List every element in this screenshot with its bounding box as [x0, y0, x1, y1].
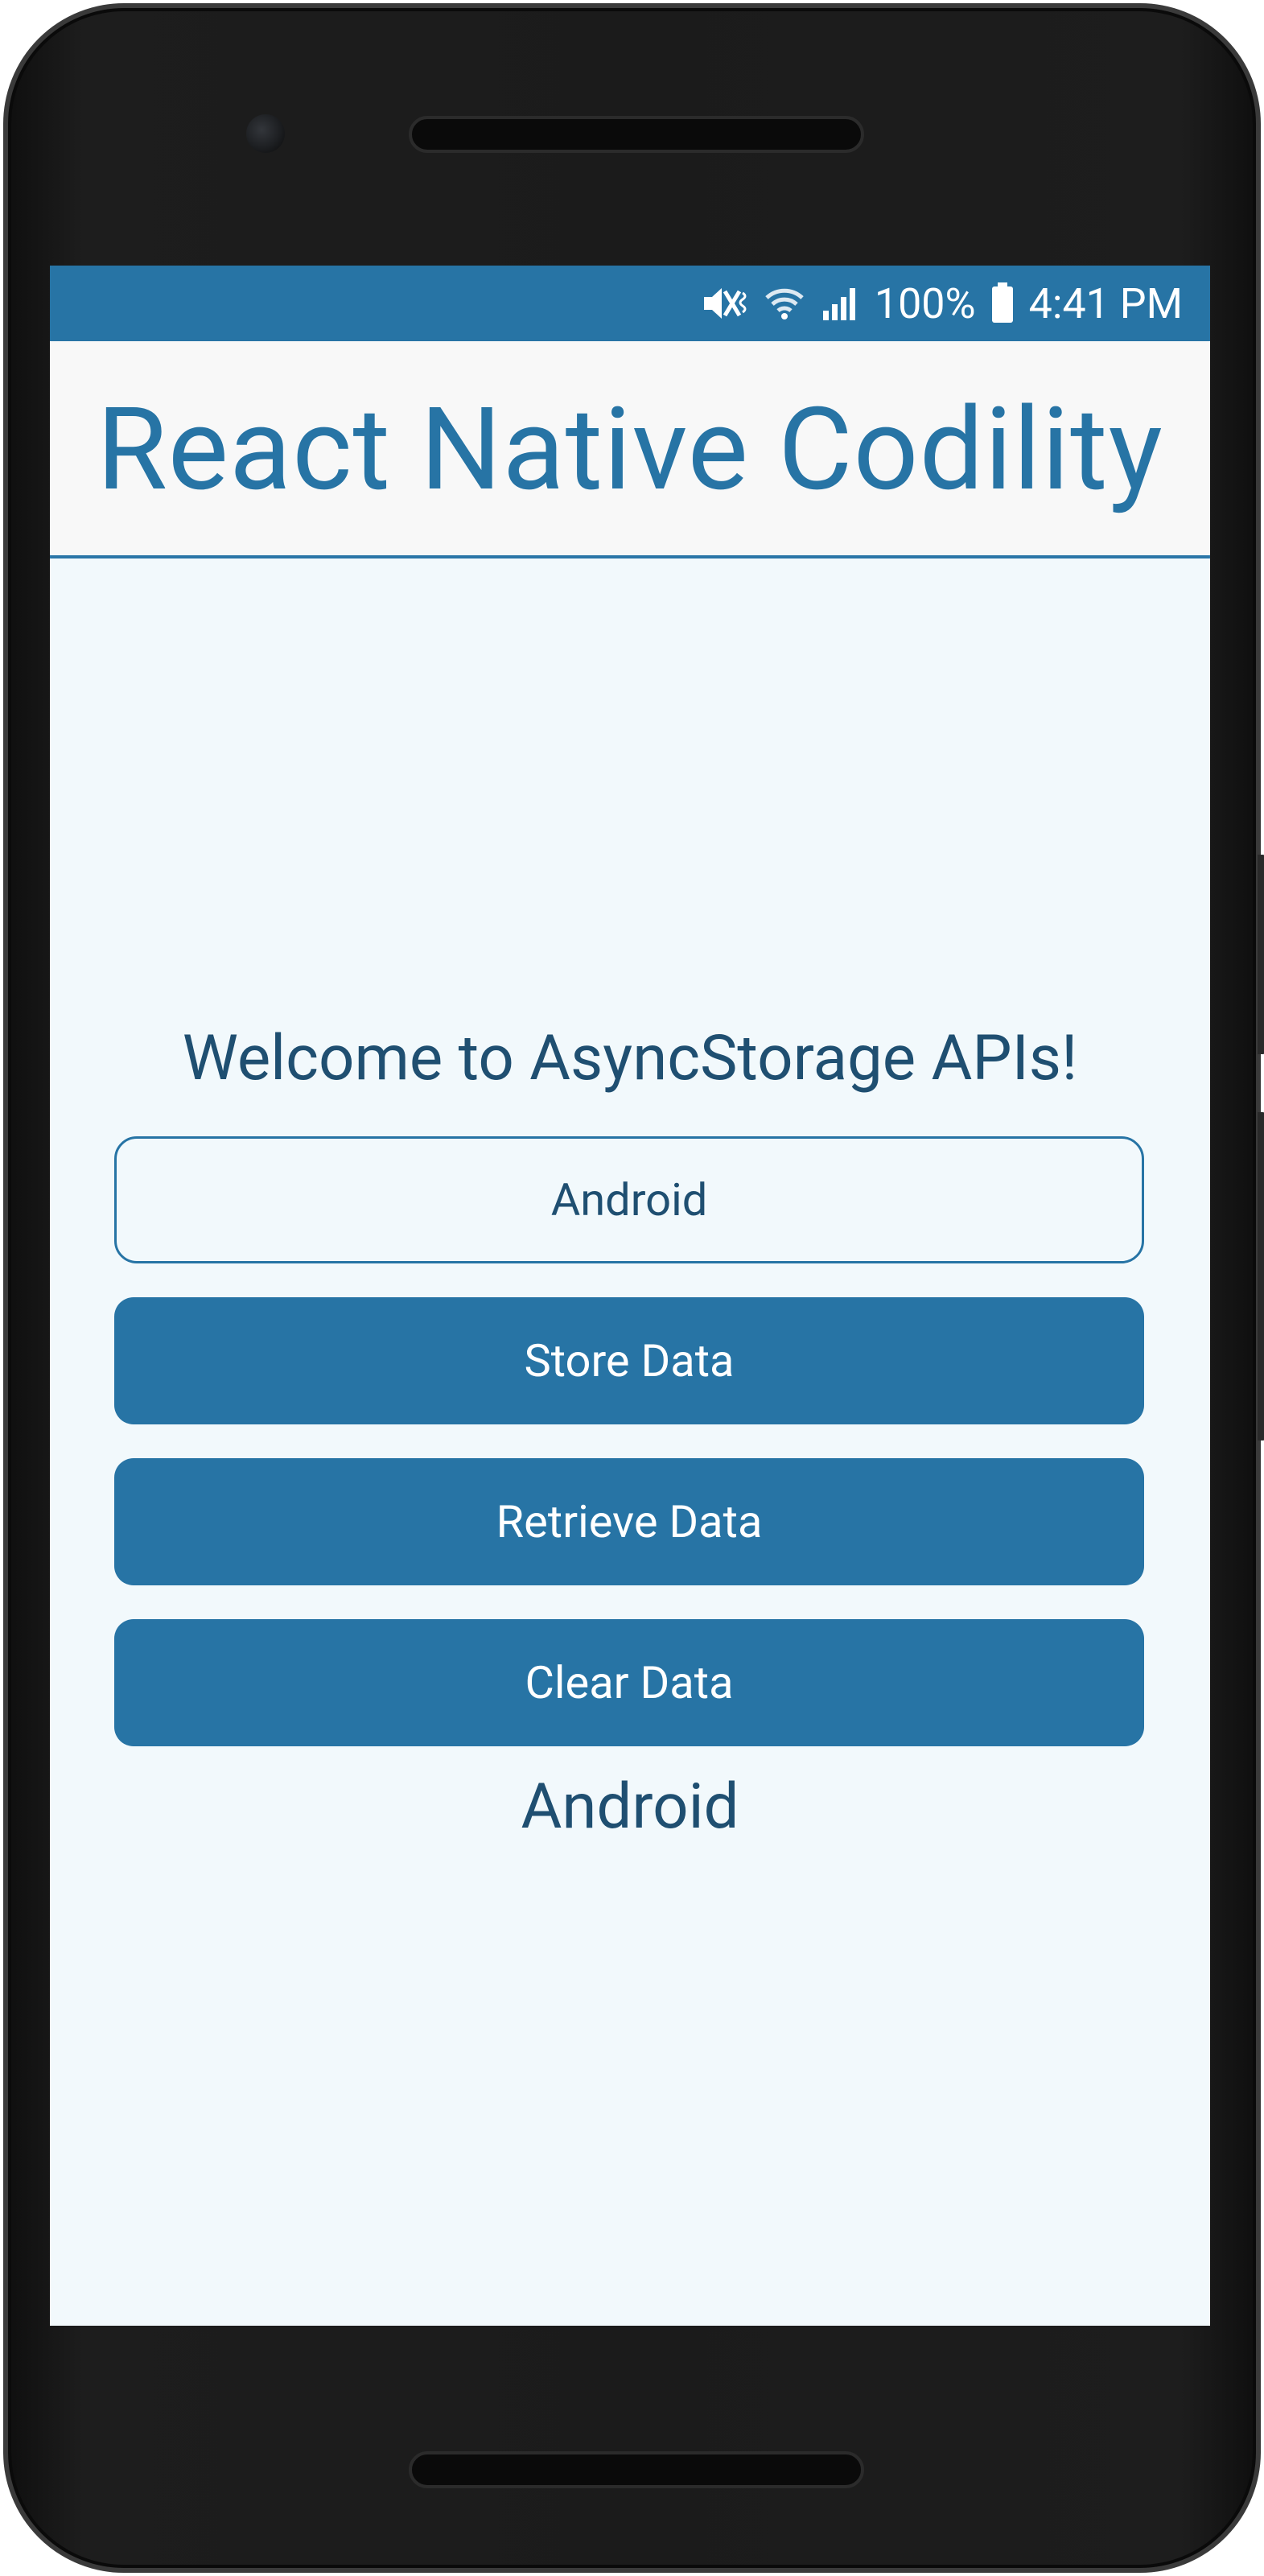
retrieved-value-text: Android: [521, 1770, 739, 1844]
signal-icon: [820, 283, 860, 324]
bottom-speaker: [409, 2451, 864, 2488]
retrieve-data-button[interactable]: Retrieve Data: [114, 1458, 1144, 1585]
front-camera: [246, 114, 285, 153]
battery-icon: [990, 282, 1015, 324]
clock: 4:41 PM: [1028, 278, 1183, 328]
wifi-icon: [764, 283, 805, 324]
status-icons: 100% 4:41 PM: [701, 266, 1183, 341]
store-data-button[interactable]: Store Data: [114, 1297, 1144, 1424]
clear-data-button[interactable]: Clear Data: [114, 1619, 1144, 1746]
data-input-field[interactable]: [114, 1136, 1144, 1263]
device-screen: 100% 4:41 PM React Native Codility Welco…: [50, 266, 1210, 2326]
volume-rocker[interactable]: [1258, 1112, 1264, 1440]
battery-percent: 100%: [874, 278, 976, 328]
earpiece-speaker: [409, 116, 864, 153]
app-title: React Native Codility: [97, 382, 1163, 517]
welcome-heading: Welcome to AsyncStorage APIs!: [182, 1022, 1078, 1095]
mute-vibrate-icon: [701, 283, 749, 324]
status-bar: 100% 4:41 PM: [50, 266, 1210, 341]
power-button[interactable]: [1258, 855, 1264, 1054]
app-bar: React Native Codility: [50, 341, 1210, 558]
